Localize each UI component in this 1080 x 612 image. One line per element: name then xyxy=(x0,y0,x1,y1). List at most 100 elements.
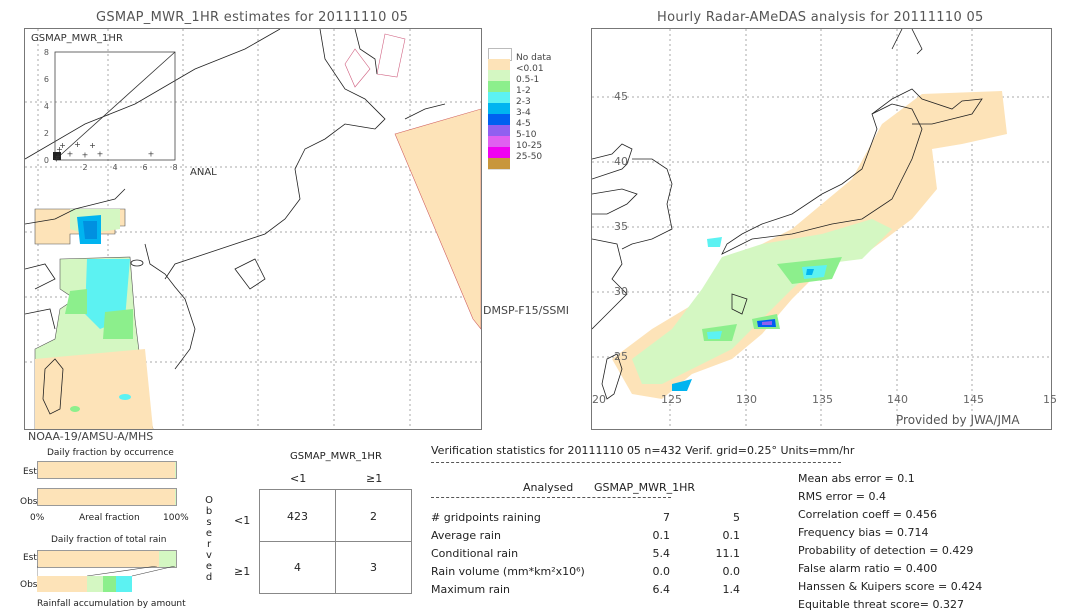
lat-tick: 25 xyxy=(614,350,628,363)
inset-y-tick: 6 xyxy=(44,75,49,84)
lon-tick: 140 xyxy=(887,393,908,406)
scatter-inset: +++++++++ + 022446688 xyxy=(44,48,178,172)
stat-label: # gridpoints raining xyxy=(431,511,541,524)
occ-obs-label: Obs xyxy=(20,497,38,507)
stat-analysed: 6.4 xyxy=(652,583,671,596)
occ-est-label: Est xyxy=(23,467,37,477)
inset-y-tick: 0 xyxy=(44,156,49,165)
data-credit: Provided by JWA/JMA xyxy=(896,413,1020,427)
score-row: Correlation coeff = 0.456 xyxy=(798,508,937,521)
side-label-char: d xyxy=(205,572,213,583)
scatter-point: + xyxy=(67,149,74,158)
stat-analysed: 0.0 xyxy=(652,565,671,578)
satellite-label-noaa: NOAA-19/AMSU-A/MHS xyxy=(28,430,154,443)
observed-side-label: Observed xyxy=(204,495,214,583)
lat-tick: 45 xyxy=(614,90,628,103)
cell-false-alarms: 2 xyxy=(370,510,377,523)
fraction-segment xyxy=(37,576,87,592)
inset-x-tick: 6 xyxy=(142,163,147,172)
stat-analysed: 5.4 xyxy=(652,547,671,560)
cell-hits: 3 xyxy=(370,561,377,574)
inset-y-tick: 8 xyxy=(44,48,49,57)
left-map-title: GSMAP_MWR_1HR estimates for 20111110 05 xyxy=(96,10,409,25)
legend-label: 5-10 xyxy=(516,130,537,140)
col-label-ge1: ≥1 xyxy=(366,472,383,485)
scatter-point: + xyxy=(89,141,96,150)
stat-label: Rain volume (mm*km²x10⁶) xyxy=(431,565,585,578)
legend-label: <0.01 xyxy=(516,64,544,74)
right-map-title: Hourly Radar-AMeDAS analysis for 2011111… xyxy=(657,10,984,25)
stats-divider-top xyxy=(431,462,841,463)
axis-left-label: 0% xyxy=(30,513,45,523)
score-row: Hanssen & Kuipers score = 0.424 xyxy=(798,580,983,593)
score-row: RMS error = 0.4 xyxy=(798,490,886,503)
stat-label: Maximum rain xyxy=(431,583,510,596)
fraction-segment xyxy=(86,576,104,592)
total-rain-title: Daily fraction of total rain xyxy=(51,535,167,545)
inset-diagonal xyxy=(54,51,176,161)
legend-label: 0.5-1 xyxy=(516,75,540,85)
occ-est-bar xyxy=(37,461,177,479)
legend-label: 10-25 xyxy=(516,141,543,151)
stat-est: 11.1 xyxy=(715,547,741,560)
legend-label: 2-3 xyxy=(516,97,531,107)
right-map-canvas xyxy=(592,29,1051,429)
fraction-segment xyxy=(103,576,116,592)
side-label-char: O xyxy=(205,495,213,506)
rain-est-label: Est xyxy=(23,553,37,563)
score-row: Frequency bias = 0.714 xyxy=(798,526,929,539)
stat-analysed: 7 xyxy=(663,511,670,524)
fraction-segment xyxy=(38,489,175,505)
axis-right-label: 100% xyxy=(163,513,189,523)
fraction-segment xyxy=(38,551,160,567)
score-row: False alarm ratio = 0.400 xyxy=(798,562,938,575)
inset-y-tick: 2 xyxy=(44,129,49,138)
satellite-label-dmsp: DMSP-F15/SSMI xyxy=(483,304,570,317)
fraction-segment xyxy=(174,489,176,505)
stat-est: 1.4 xyxy=(722,583,741,596)
side-label-char: b xyxy=(205,506,213,517)
rain-obs-label: Obs xyxy=(20,580,38,590)
score-row: Mean abs error = 0.1 xyxy=(798,472,915,485)
lon-tick: 135 xyxy=(812,393,833,406)
rain-obs-bar xyxy=(37,576,175,592)
occurrence-title: Daily fraction by occurrence xyxy=(47,448,174,458)
lat-tick: 40 xyxy=(614,155,628,168)
stat-est: 0.0 xyxy=(722,565,741,578)
right-map xyxy=(591,28,1052,430)
scatter-point: + xyxy=(97,149,104,158)
row-label-lt1: <1 xyxy=(234,514,251,527)
color-legend: No data <0.01 0.5-1 1-2 2-3 3-4 4-5 5-10 10-25 25… xyxy=(488,48,568,188)
side-label-char: s xyxy=(206,517,212,528)
side-label-char: e xyxy=(205,528,213,539)
lon-tick: 130 xyxy=(736,393,757,406)
score-row: Probability of detection = 0.429 xyxy=(798,544,974,557)
stat-label: Average rain xyxy=(431,529,501,542)
inset-title: GSMAP_MWR_1HR xyxy=(31,33,123,44)
fraction-segment xyxy=(115,576,133,592)
scatter-point: + xyxy=(148,149,155,158)
stat-est: 5 xyxy=(733,511,740,524)
row-label-ge1: ≥1 xyxy=(234,565,251,578)
legend-swatch xyxy=(488,158,510,170)
stat-analysed: 0.1 xyxy=(652,529,671,542)
col-header-analysed: Analysed xyxy=(523,481,574,494)
lat-tick: 30 xyxy=(614,285,628,298)
col-label-lt1: <1 xyxy=(290,472,307,485)
lon-tick: 145 xyxy=(963,393,984,406)
legend-label: 4-5 xyxy=(516,119,531,129)
inset-x-tick: 4 xyxy=(112,163,117,172)
fraction-segment xyxy=(159,551,176,567)
inset-y-tick: 4 xyxy=(44,102,49,111)
lon-tick: 15 xyxy=(1043,393,1057,406)
contingency-header: GSMAP_MWR_1HR xyxy=(290,451,382,462)
lon-tick: 125 xyxy=(661,393,682,406)
cell-hits-neg: 423 xyxy=(287,510,308,523)
occ-obs-bar xyxy=(37,488,177,506)
legend-label: 1-2 xyxy=(516,86,531,96)
stat-est: 0.1 xyxy=(722,529,741,542)
stat-label: Conditional rain xyxy=(431,547,519,560)
scatter-point: + xyxy=(74,140,81,149)
legend-label: No data xyxy=(516,53,552,63)
inset-x-tick: 8 xyxy=(172,163,177,172)
